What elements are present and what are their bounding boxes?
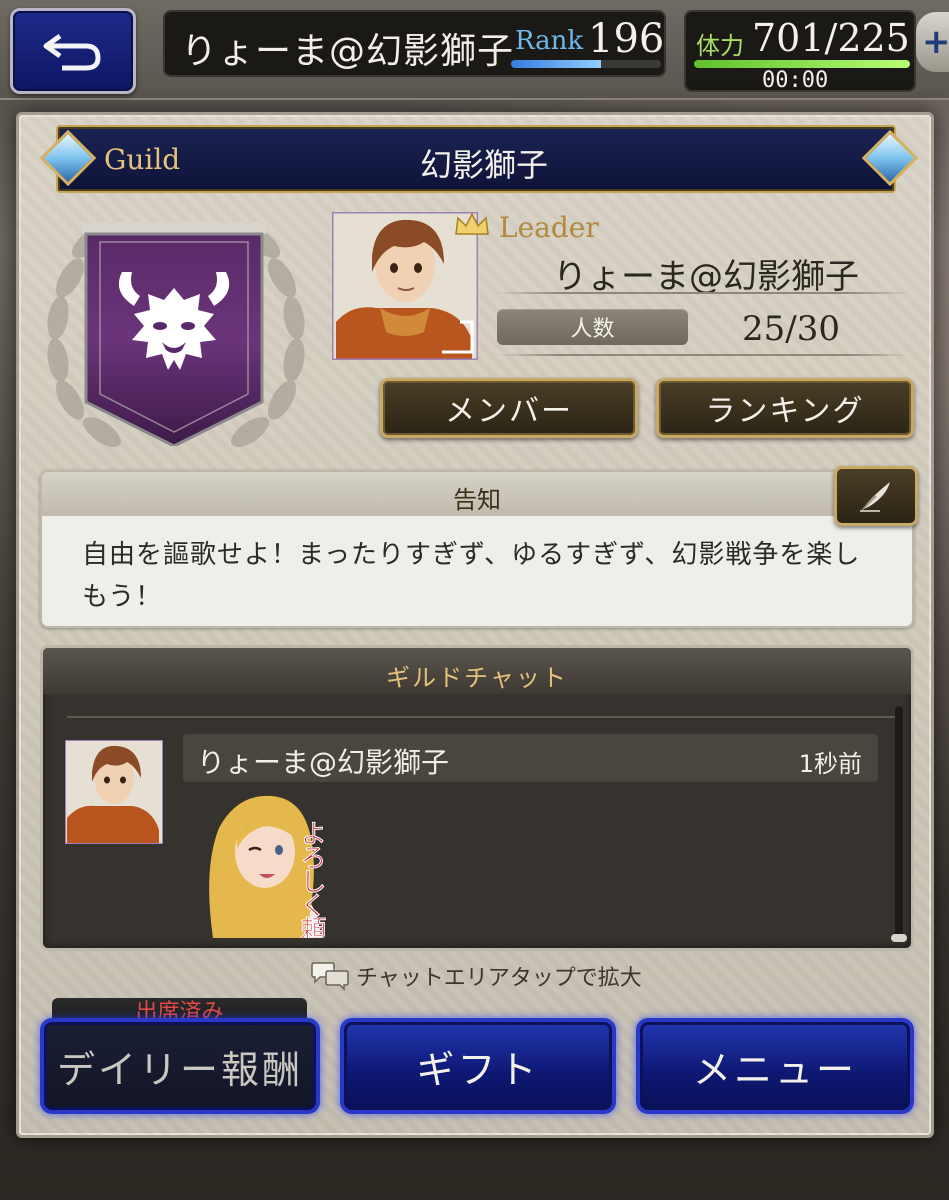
notice-title: 告知: [453, 486, 501, 514]
divider: [496, 292, 910, 294]
members-button[interactable]: メンバー: [380, 378, 638, 438]
chat-hint: チャットエリアタップで拡大: [310, 960, 642, 992]
add-stamina-button[interactable]: +: [916, 12, 949, 72]
chat-hint-text: チャットエリアタップで拡大: [356, 966, 642, 991]
crown-icon: [455, 212, 489, 235]
guild-chat-area[interactable]: ギルドチャット りょーま@幻影獅子 1秒前 よろしく頼む: [40, 645, 914, 951]
members-count-value: 25/30: [742, 309, 840, 349]
menu-button[interactable]: メニュー: [636, 1018, 914, 1114]
chat-bubble-icon: [311, 962, 349, 991]
leader-label: Leader: [499, 211, 599, 244]
members-count-label: 人数: [497, 309, 688, 345]
gift-button[interactable]: ギフト: [340, 1018, 616, 1114]
stamina-progress-bar: [694, 60, 910, 68]
rank-label: Rank: [515, 26, 584, 56]
rank-progress-fill: [511, 60, 601, 68]
stamina-value: 701/225: [752, 16, 910, 60]
chat-header: ギルドチャット: [43, 648, 911, 694]
stamina-info: 体力 701/225 00:00: [684, 10, 916, 93]
divider: [496, 354, 910, 356]
chat-scrollbar-thumb[interactable]: [891, 934, 907, 942]
back-arrow-icon: [43, 33, 101, 71]
player-info: りょーま@幻影獅子 Rank 196: [163, 10, 666, 77]
notice-body: 自由を謳歌せよ！まったりすぎず、ゆるすぎず、幻影戦争を楽しもう！: [82, 540, 861, 612]
guild-emblem-banner: [82, 222, 266, 446]
leader-name: りょーま@幻影獅子: [553, 257, 859, 297]
chat-message-header: りょーま@幻影獅子 1秒前: [183, 734, 878, 782]
quill-icon: [860, 482, 890, 512]
player-name: りょーま@幻影獅子: [181, 31, 515, 72]
rank-progress-bar: [511, 60, 661, 68]
chat-timestamp: 1秒前: [798, 750, 862, 778]
chat-title: ギルドチャット: [386, 664, 568, 692]
rank-value: 196: [588, 16, 665, 62]
chat-scrollbar[interactable]: [891, 706, 907, 942]
ranking-button[interactable]: ランキング: [656, 378, 914, 438]
guild-label: Guild: [104, 143, 181, 176]
divider: [67, 716, 897, 718]
daily-reward-button[interactable]: デイリー報酬: [40, 1018, 320, 1114]
stamina-progress-fill: [694, 60, 910, 68]
guild-name: 幻影獅子: [419, 146, 548, 184]
svg-text:よろしく頼む: よろしく頼む: [296, 820, 326, 938]
back-button[interactable]: [10, 8, 136, 94]
stamina-timer: 00:00: [762, 68, 829, 93]
top-status-bar: りょーま@幻影獅子 Rank 196 体力 701/225 00:00 +: [0, 0, 949, 100]
chat-sender-avatar[interactable]: [65, 740, 163, 844]
chat-sender-name: りょーま@幻影獅子: [197, 746, 450, 779]
guild-notice[interactable]: 告知 自由を謳歌せよ！まったりすぎず、ゆるすぎず、幻影戦争を楽しもう！: [40, 470, 914, 628]
chat-sticker: よろしく頼む: [209, 795, 327, 938]
edit-notice-button[interactable]: [834, 466, 918, 526]
notice-header: 告知: [42, 472, 912, 516]
stamina-label: 体力: [696, 32, 744, 60]
